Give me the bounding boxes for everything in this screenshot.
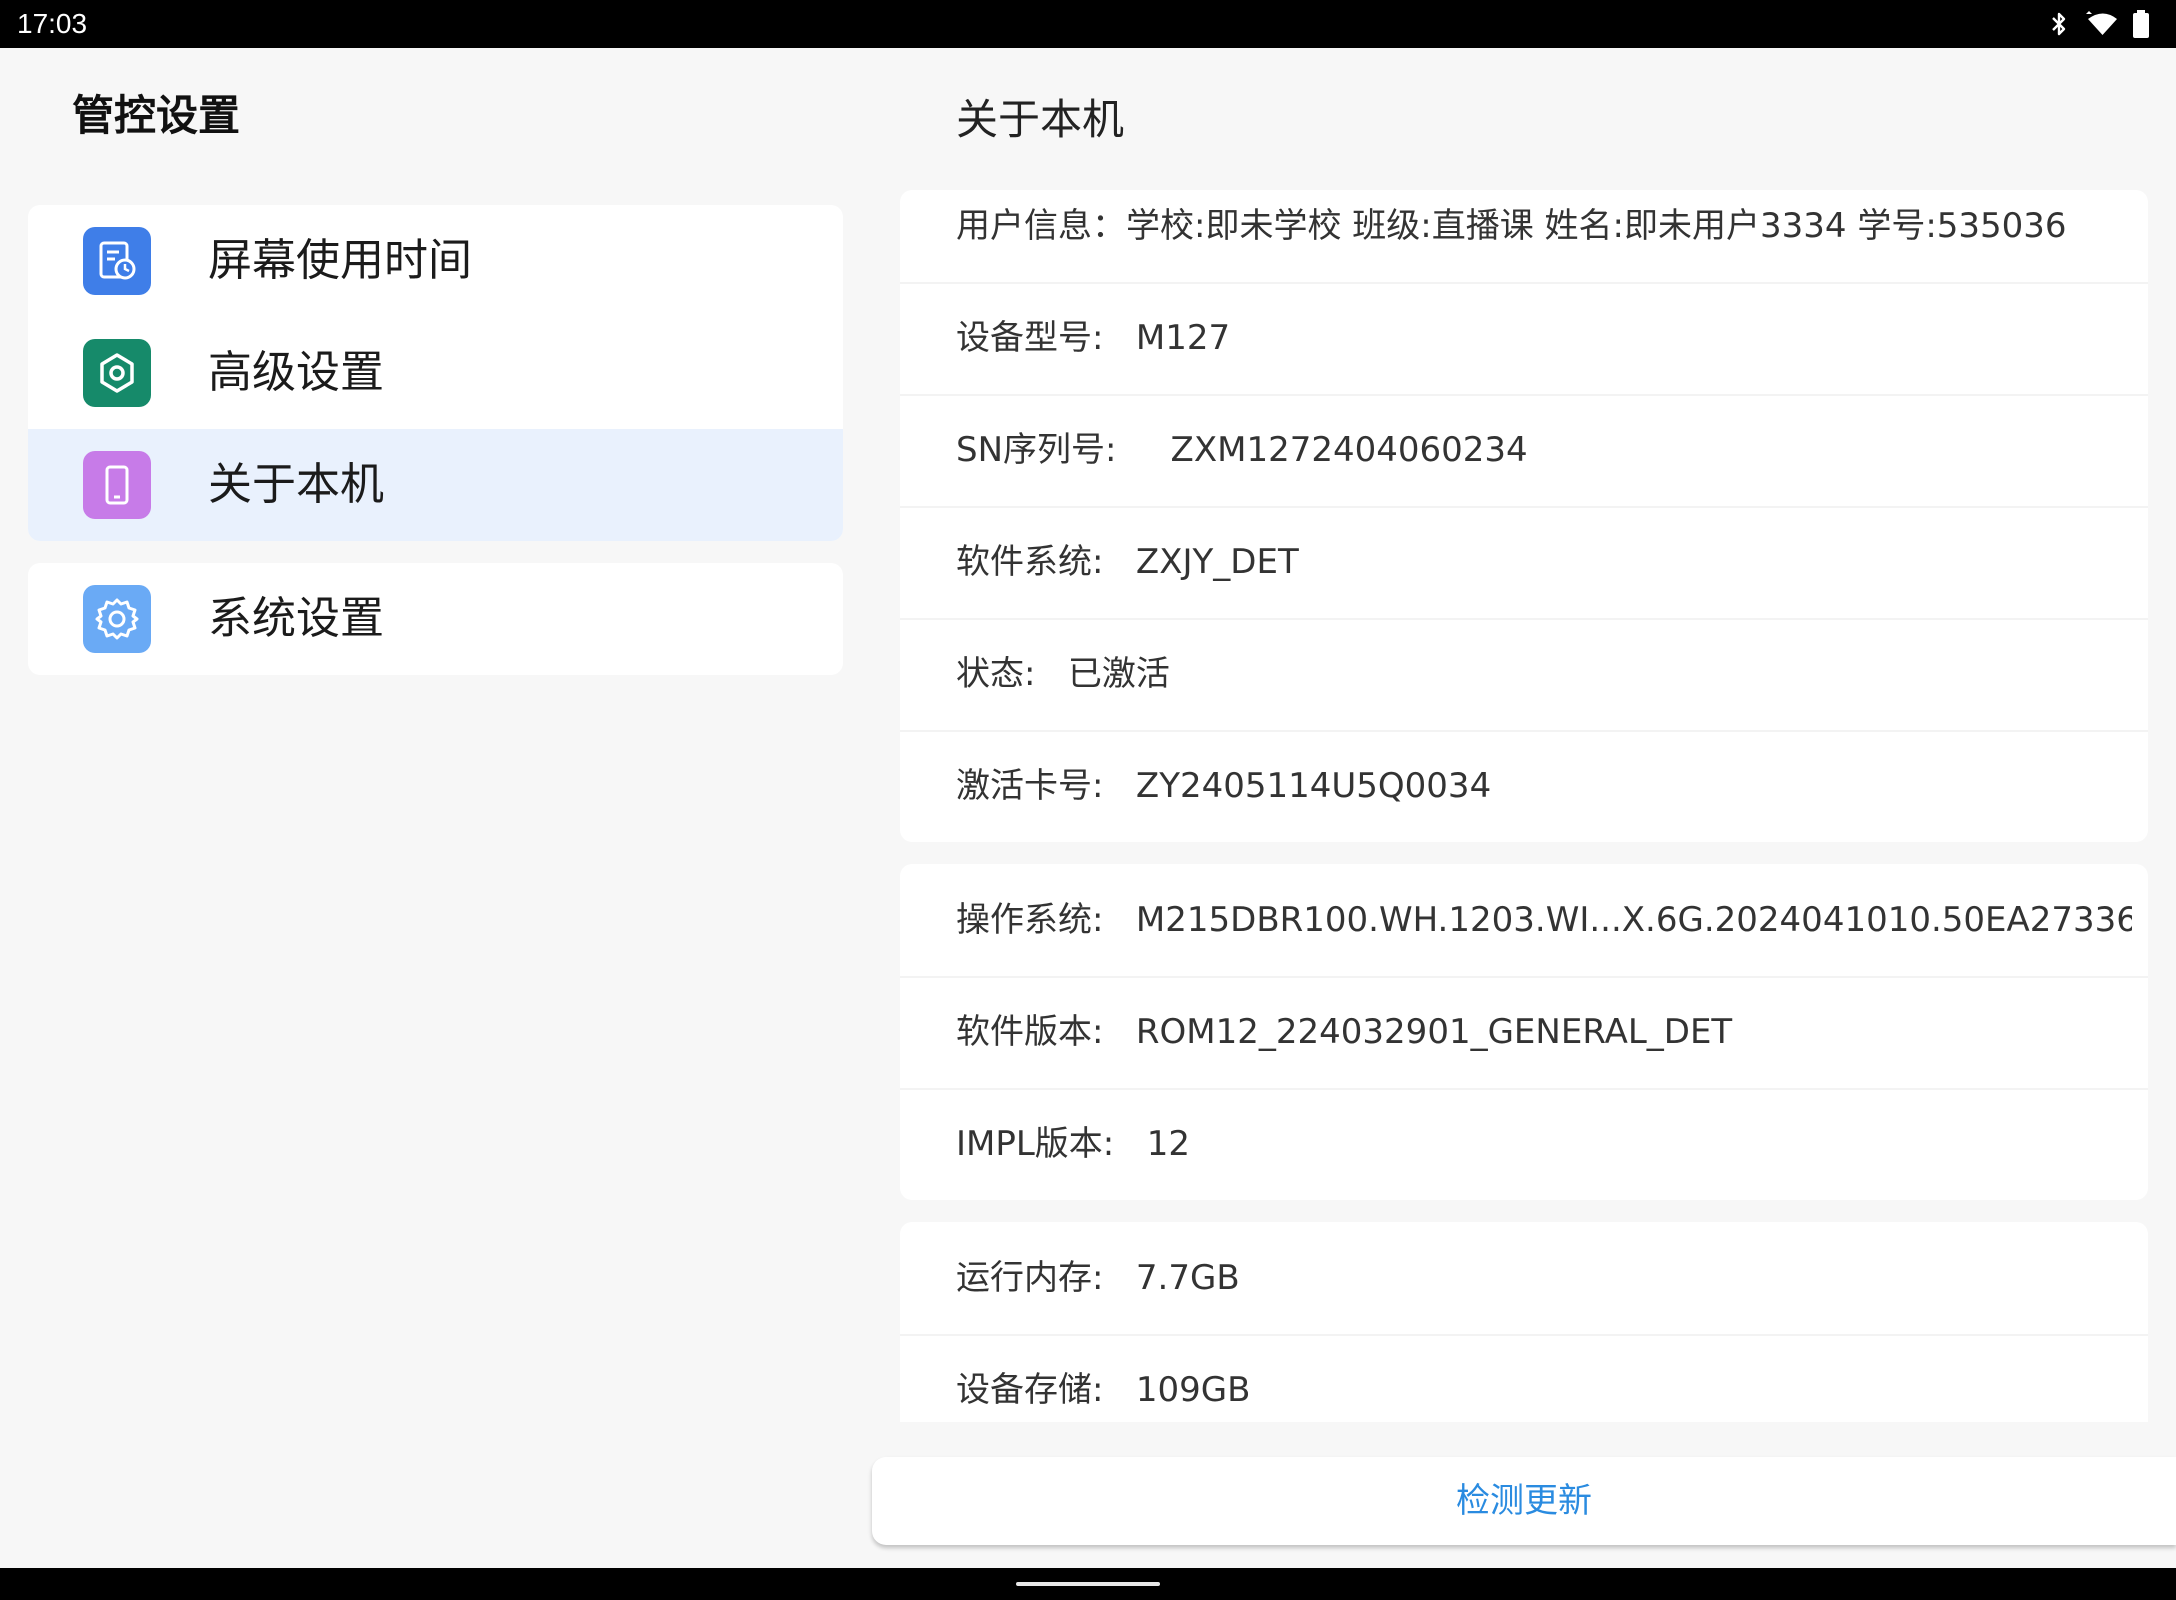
info-value: ZY2405114U5Q0034 bbox=[1135, 766, 1492, 806]
sidebar-item-advanced-settings[interactable]: 高级设置 bbox=[28, 317, 843, 429]
info-value: ROM12_224032901_GENERAL_DET bbox=[1135, 1012, 1733, 1052]
check-update-button[interactable]: 检测更新 bbox=[872, 1457, 2176, 1545]
info-key: 设备存储: bbox=[956, 1370, 1104, 1410]
sidebar-item-screen-time[interactable]: 屏幕使用时间 bbox=[28, 205, 843, 317]
check-update-label: 检测更新 bbox=[1456, 1481, 1592, 1521]
info-row-model: 设备型号: M127 bbox=[956, 316, 2132, 360]
divider bbox=[900, 976, 2148, 978]
menu-card-main: 屏幕使用时间 高级设置 关于本机 bbox=[28, 205, 843, 541]
wifi-icon bbox=[2082, 11, 2118, 37]
info-value: ZXM1272404060234 bbox=[1170, 430, 1528, 470]
divider bbox=[900, 1334, 2148, 1336]
screen-time-icon bbox=[83, 227, 151, 295]
info-row-impl-version: IMPL版本: 12 bbox=[956, 1122, 2132, 1166]
info-value: 已激活 bbox=[1067, 654, 1170, 694]
info-key: 操作系统: bbox=[956, 900, 1104, 940]
info-value: M127 bbox=[1135, 318, 1231, 358]
info-row-status: 状态: 已激活 bbox=[956, 652, 2132, 696]
info-row-storage: 设备存储: 109GB bbox=[956, 1368, 2132, 1412]
info-row-activation-card: 激活卡号: ZY2405114U5Q0034 bbox=[956, 764, 2132, 808]
page-title: 关于本机 bbox=[956, 95, 1125, 144]
status-bar: 17:03 bbox=[0, 0, 2176, 48]
divider bbox=[900, 1088, 2148, 1090]
info-key: 状态: bbox=[956, 654, 1036, 694]
sidebar-item-label: 屏幕使用时间 bbox=[208, 235, 472, 286]
menu-card-system: 系统设置 bbox=[28, 563, 843, 675]
info-row-software-version: 软件版本: ROM12_224032901_GENERAL_DET bbox=[956, 1010, 2132, 1054]
sidebar-item-system-settings[interactable]: 系统设置 bbox=[28, 563, 843, 675]
info-key: 设备型号: bbox=[956, 318, 1104, 358]
divider bbox=[900, 506, 2148, 508]
info-row-ram: 运行内存: 7.7GB bbox=[956, 1256, 2132, 1300]
bluetooth-icon bbox=[2050, 11, 2068, 37]
divider bbox=[900, 394, 2148, 396]
sidebar-item-label: 高级设置 bbox=[208, 347, 384, 398]
info-value: 109GB bbox=[1135, 1370, 1251, 1410]
info-value: 学校:即未学校 班级:直播课 姓名:即未用户3334 学号:535036 bbox=[1126, 206, 2067, 246]
phone-icon bbox=[83, 451, 151, 519]
sidebar-title: 管控设置 bbox=[72, 91, 241, 140]
info-row-software-system: 软件系统: ZXJY_DET bbox=[956, 540, 2132, 584]
info-group-software: 操作系统: M215DBR100.WH.1203.WI...X.6G.20240… bbox=[900, 864, 2148, 1200]
info-key: IMPL版本: bbox=[956, 1124, 1115, 1164]
info-row-user: 用户信息：学校:即未学校 班级:直播课 姓名:即未用户3334 学号:53503… bbox=[956, 204, 2132, 248]
info-value: ZXJY_DET bbox=[1135, 542, 1299, 582]
divider bbox=[900, 730, 2148, 732]
info-row-sn: SN序列号: ZXM1272404060234 bbox=[956, 428, 2132, 472]
info-key: 软件版本: bbox=[956, 1012, 1104, 1052]
navigation-bar bbox=[0, 1568, 2176, 1600]
info-key: 用户信息： bbox=[956, 206, 1126, 246]
divider bbox=[900, 282, 2148, 284]
gear-icon bbox=[83, 585, 151, 653]
info-key: 激活卡号: bbox=[956, 766, 1104, 806]
status-time: 17:03 bbox=[17, 8, 88, 39]
divider bbox=[900, 618, 2148, 620]
info-value: 12 bbox=[1146, 1124, 1190, 1164]
gear-icon bbox=[83, 339, 151, 407]
sidebar-item-about[interactable]: 关于本机 bbox=[28, 429, 843, 541]
info-value: 7.7GB bbox=[1135, 1258, 1240, 1298]
sidebar-item-label: 系统设置 bbox=[208, 593, 384, 644]
info-key: 软件系统: bbox=[956, 542, 1104, 582]
info-key: 运行内存: bbox=[956, 1258, 1104, 1298]
battery-icon bbox=[2132, 10, 2150, 38]
info-group-device: 用户信息：学校:即未学校 班级:直播课 姓名:即未用户3334 学号:53503… bbox=[900, 190, 2148, 842]
info-group-storage: 运行内存: 7.7GB 设备存储: 109GB bbox=[900, 1222, 2148, 1422]
home-gesture-handle[interactable] bbox=[1016, 1582, 1160, 1586]
info-value: M215DBR100.WH.1203.WI...X.6G.2024041010.… bbox=[1135, 900, 2132, 940]
info-row-os: 操作系统: M215DBR100.WH.1203.WI...X.6G.20240… bbox=[956, 898, 2132, 942]
info-key: SN序列号: bbox=[956, 430, 1117, 470]
status-icons bbox=[2050, 10, 2150, 38]
sidebar-item-label: 关于本机 bbox=[208, 459, 384, 510]
